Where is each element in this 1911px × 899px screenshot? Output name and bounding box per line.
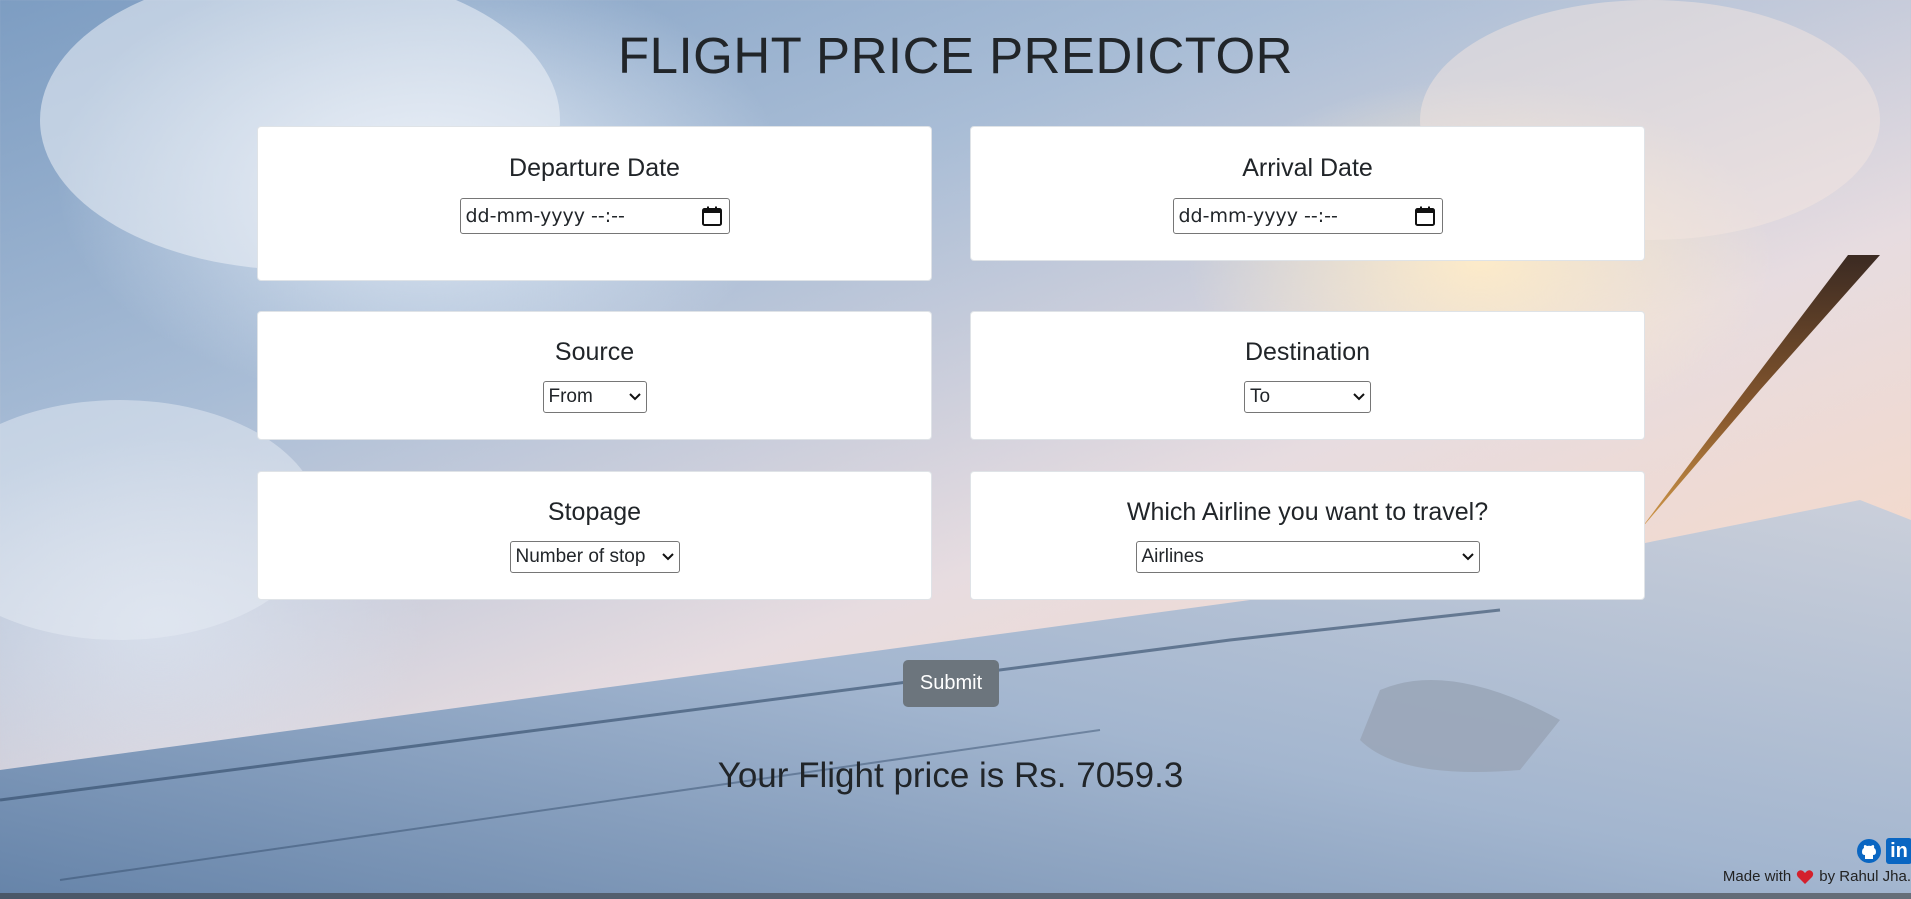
price-result: Your Flight price is Rs. 7059.3 — [717, 756, 1184, 795]
calendar-icon[interactable] — [1414, 205, 1436, 227]
departure-date-label: Departure Date — [509, 154, 680, 182]
source-label: Source — [554, 338, 635, 366]
github-icon[interactable] — [1856, 838, 1882, 864]
stopage-selected: Number of stop — [515, 546, 646, 567]
footer-made-with: Made with — [1722, 868, 1792, 885]
stopage-label: Stopage — [547, 498, 642, 526]
calendar-icon[interactable] — [701, 205, 723, 227]
source-selected: From — [548, 386, 593, 407]
submit-button[interactable]: Submit — [903, 660, 999, 707]
airline-select[interactable]: Airlines — [1135, 541, 1480, 573]
departure-date-card: Departure Date dd-mm-yyyy --:-- — [257, 126, 932, 281]
departure-date-value: dd-mm-yyyy --:-- — [465, 205, 625, 227]
stopage-card: Stopage Number of stop — [257, 471, 932, 600]
destination-label: Destination — [1244, 338, 1371, 366]
airline-label: Which Airline you want to travel? — [1126, 498, 1489, 526]
source-card: Source From — [257, 311, 932, 440]
source-select[interactable]: From — [542, 381, 647, 413]
linkedin-icon[interactable]: in — [1886, 838, 1911, 864]
social-links: in — [1856, 838, 1911, 864]
chevron-down-icon — [661, 553, 674, 561]
departure-date-input[interactable]: dd-mm-yyyy --:-- — [459, 198, 730, 234]
chevron-down-icon — [1353, 393, 1365, 401]
arrival-date-input[interactable]: dd-mm-yyyy --:-- — [1172, 198, 1443, 234]
footer-credit: Made with by Rahul Jha. — [1723, 868, 1911, 885]
arrival-date-value: dd-mm-yyyy --:-- — [1178, 205, 1338, 227]
airline-card: Which Airline you want to travel? Airlin… — [970, 471, 1645, 600]
destination-select[interactable]: To — [1244, 381, 1371, 413]
arrival-date-label: Arrival Date — [1242, 154, 1373, 182]
page-title: FLIGHT PRICE PREDICTOR — [617, 27, 1294, 84]
destination-selected: To — [1250, 386, 1271, 407]
arrival-date-card: Arrival Date dd-mm-yyyy --:-- — [970, 126, 1645, 261]
chevron-down-icon — [628, 393, 641, 401]
stopage-select[interactable]: Number of stop — [509, 541, 680, 573]
heart-icon — [1797, 869, 1814, 884]
airline-selected: Airlines — [1141, 546, 1204, 567]
footer-author: by Rahul Jha. — [1819, 868, 1911, 885]
chevron-down-icon — [1461, 553, 1474, 561]
destination-card: Destination To — [970, 311, 1645, 440]
